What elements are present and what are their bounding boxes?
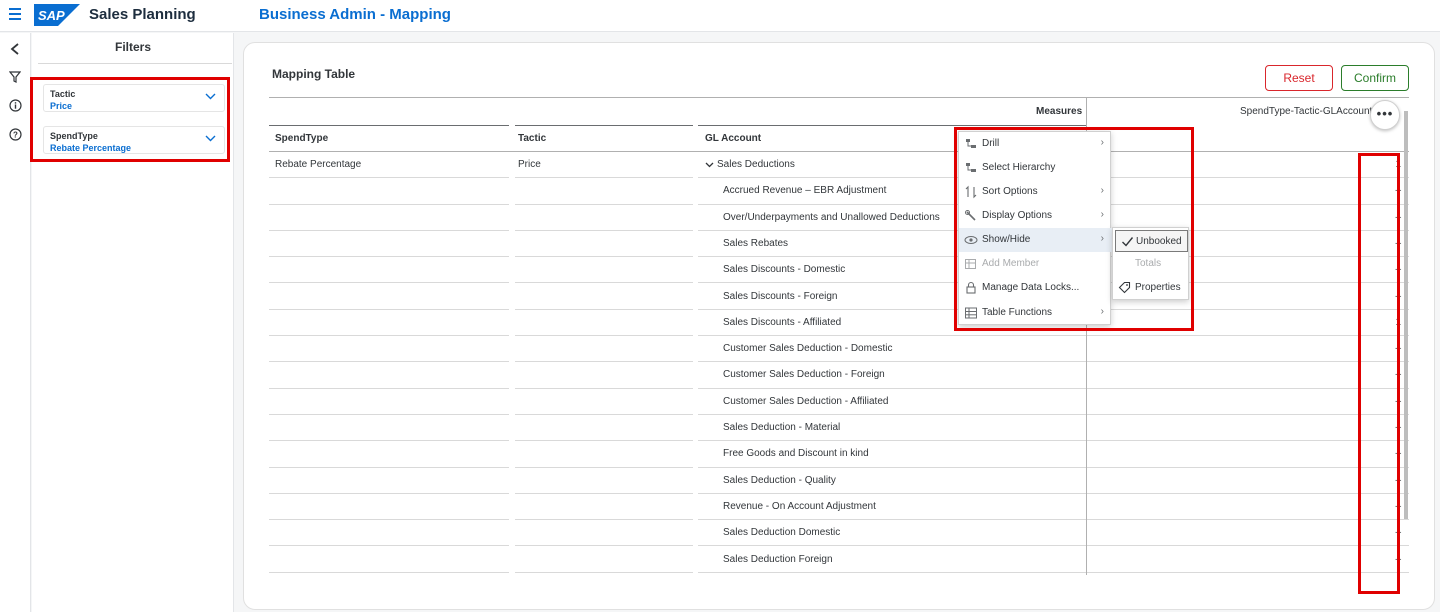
cell-gl-account: Over/Underpayments and Unallowed Deducti… — [723, 211, 940, 223]
filter-spendtype[interactable]: SpendType Rebate Percentage — [43, 126, 225, 154]
table-row[interactable]: Sales Discounts - Affiliated 1 — [269, 310, 1409, 337]
more-options-button[interactable]: ••• — [1370, 100, 1400, 130]
filter-icon[interactable] — [6, 68, 24, 86]
cell-gl-account: Free Goods and Discount in kind — [723, 448, 869, 460]
table-row[interactable]: Sales Rebates – — [269, 231, 1409, 258]
column-header-spendtype[interactable]: SpendType — [275, 133, 328, 144]
filter-value: Price — [50, 101, 73, 111]
card-title: Mapping Table — [272, 67, 356, 81]
column-header-gl-account[interactable]: GL Account — [705, 133, 761, 144]
cell-gl-account: Sales Discounts - Foreign — [723, 290, 838, 302]
back-icon[interactable] — [6, 40, 24, 58]
cell-gl-account: Sales Deduction Foreign — [723, 553, 833, 565]
table-row[interactable]: Customer Sales Deduction - Foreign – — [269, 362, 1409, 389]
cell-gl-account: Sales Deduction - Quality — [723, 474, 836, 486]
highlight-box — [954, 127, 1194, 331]
filters-panel: Filters Tactic Price SpendType Rebate Pe… — [30, 33, 234, 612]
table-row[interactable]: Rebate Percentage Price Sales Deductions 1 — [269, 152, 1409, 179]
mapping-card: Mapping Table Reset Confirm Measures Spe… — [243, 42, 1435, 610]
filters-title: Filters — [114, 40, 151, 54]
side-rail: ? — [0, 33, 31, 612]
help-icon[interactable]: ? — [6, 125, 24, 143]
app-title: Sales Planning — [89, 6, 196, 23]
filter-label: SpendType — [50, 131, 98, 141]
menu-icon[interactable] — [9, 8, 23, 22]
chevron-down-icon[interactable] — [705, 162, 714, 168]
chevron-down-icon[interactable] — [205, 93, 216, 100]
column-header-measure: SpendType-Tactic-GLAccount ( — [1240, 106, 1379, 117]
svg-text:?: ? — [13, 130, 18, 139]
cell-gl-account: Sales Discounts - Affiliated — [723, 316, 842, 328]
table-row[interactable]: Sales Deduction - Quality – — [269, 468, 1409, 494]
table-row[interactable]: Accrued Revenue – EBR Adjustment – — [269, 178, 1409, 205]
filter-label: Tactic — [50, 89, 76, 99]
table-row[interactable]: Sales Deduction Foreign – — [269, 547, 1409, 573]
cell-gl-account: Sales Deduction - Material — [723, 422, 841, 433]
cell-gl-account: Sales Deductions — [717, 159, 795, 170]
table-row[interactable]: Free Goods and Discount in kind – — [269, 441, 1409, 468]
sap-logo[interactable]: SAP — [34, 4, 80, 26]
cell-gl-account: Sales Rebates — [723, 237, 789, 249]
svg-text:SAP: SAP — [38, 8, 65, 23]
table-row[interactable]: Customer Sales Deduction - Domestic – — [269, 336, 1409, 363]
cell-spendtype: Rebate Percentage — [275, 159, 362, 170]
cell-tactic: Price — [518, 159, 541, 170]
reset-button[interactable]: Reset — [1265, 65, 1333, 91]
table-row[interactable]: Revenue - On Account Adjustment – — [269, 494, 1409, 521]
filter-value: Rebate Percentage — [50, 143, 132, 153]
divider — [38, 63, 232, 64]
page-title: Business Admin - Mapping — [259, 6, 451, 23]
highlight-box — [1358, 153, 1400, 594]
shell-header: SAP Sales Planning Business Admin - Mapp… — [0, 0, 1440, 32]
table-row[interactable]: Over/Underpayments and Unallowed Deducti… — [269, 205, 1409, 231]
table-row[interactable]: Sales Discounts - Domestic – — [269, 257, 1409, 284]
cell-gl-account: Customer Sales Deduction - Domestic — [723, 343, 893, 355]
cell-gl-account: Sales Deduction Domestic — [723, 527, 841, 539]
table-row[interactable]: Sales Discounts - Foreign – — [269, 284, 1409, 310]
cell-gl-account: Customer Sales Deduction - Affiliated — [723, 395, 889, 407]
table-row[interactable]: Customer Sales Deduction - Affiliated – — [269, 389, 1409, 415]
cell-gl-account: Revenue - On Account Adjustment — [723, 500, 876, 512]
column-header-tactic[interactable]: Tactic — [518, 133, 546, 144]
filter-tactic[interactable]: Tactic Price — [43, 84, 225, 112]
scrollbar-thumb[interactable] — [1404, 111, 1408, 519]
table-row[interactable]: Sales Deduction - Material – — [269, 415, 1409, 442]
chevron-down-icon[interactable] — [205, 135, 216, 142]
cell-gl-account: Customer Sales Deduction - Foreign — [723, 369, 885, 381]
cell-gl-account: Sales Discounts - Domestic — [723, 264, 846, 276]
confirm-button[interactable]: Confirm — [1341, 65, 1409, 91]
info-icon[interactable] — [6, 96, 24, 114]
table-row[interactable]: Sales Deduction Domestic – — [269, 520, 1409, 547]
cell-gl-account: Accrued Revenue – EBR Adjustment — [723, 185, 887, 197]
mapping-table: Measures SpendType-Tactic-GLAccount ( Sp… — [269, 97, 1409, 575]
measures-label: Measures — [1036, 106, 1083, 117]
